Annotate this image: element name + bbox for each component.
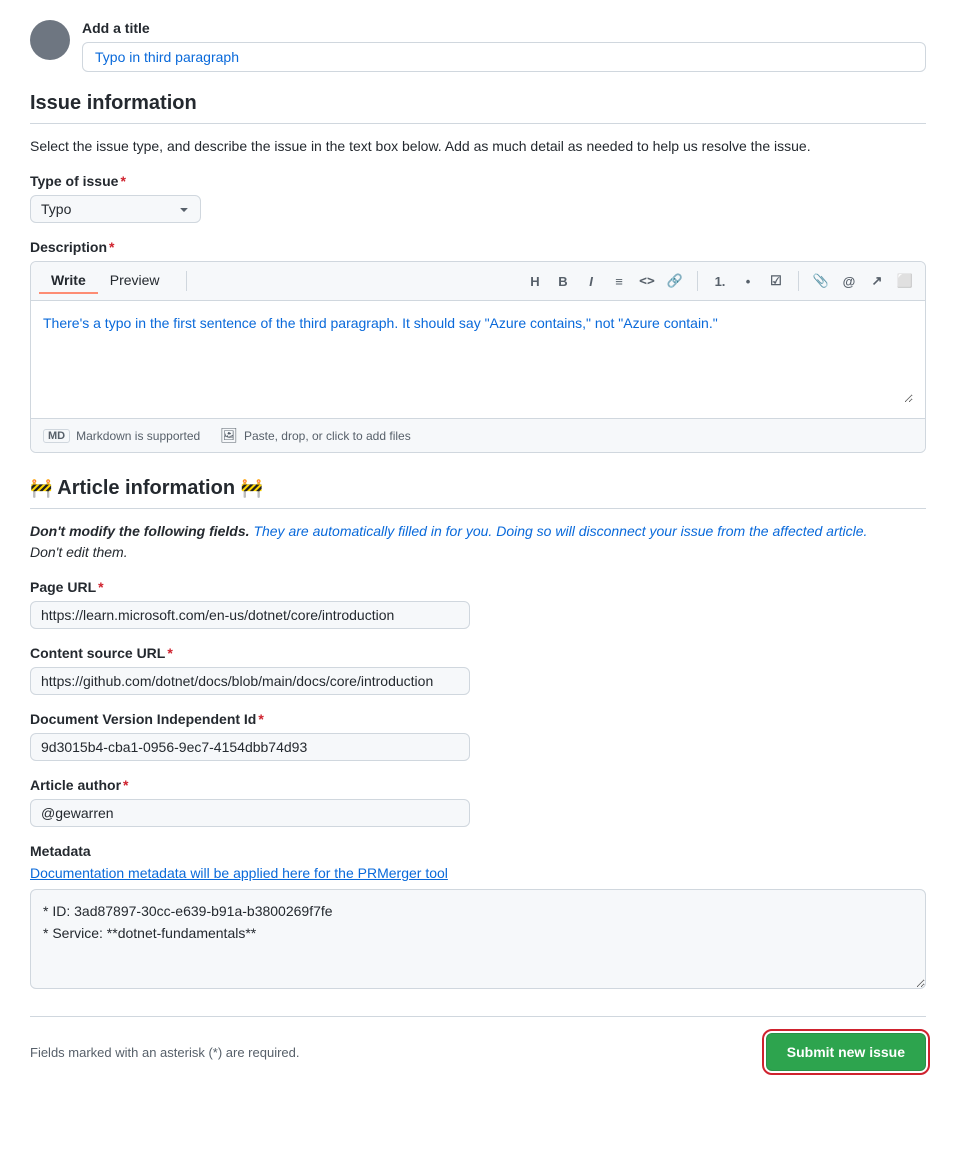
image-icon: 🖼 [220, 427, 238, 444]
description-required: * [109, 239, 114, 255]
toolbar-divider-3 [798, 271, 799, 291]
markdown-icon: MD [43, 429, 70, 443]
toolbar-divider-1 [186, 271, 187, 291]
attach-icon[interactable]: 📎 [809, 269, 833, 293]
submit-button[interactable]: Submit new issue [766, 1033, 926, 1071]
doc-version-label: Document Version Independent Id* [30, 711, 926, 727]
file-upload-text: Paste, drop, or click to add files [244, 429, 411, 443]
title-label: Add a title [82, 20, 926, 36]
article-information-section: 🚧 Article information 🚧 Don't modify the… [30, 477, 926, 992]
task-list-icon[interactable]: ☑ [764, 269, 788, 293]
article-section-title: 🚧 Article information 🚧 [30, 477, 926, 509]
article-author-label: Article author* [30, 777, 926, 793]
tab-write[interactable]: Write [39, 268, 98, 294]
content-source-label: Content source URL* [30, 645, 926, 661]
type-label: Type of issue* [30, 173, 926, 189]
metadata-link[interactable]: Documentation metadata will be applied h… [30, 865, 926, 881]
bold-icon[interactable]: B [551, 269, 575, 293]
footer-note: Fields marked with an asterisk (*) are r… [30, 1045, 300, 1060]
reference-icon[interactable]: ↗ [865, 269, 889, 293]
tab-preview[interactable]: Preview [98, 268, 172, 294]
issue-section-title: Issue information [30, 92, 926, 124]
unordered-list-icon[interactable]: • [736, 269, 760, 293]
page-footer: Fields marked with an asterisk (*) are r… [30, 1016, 926, 1071]
type-of-issue-field: Type of issue* Typo Factual error Missin… [30, 173, 926, 223]
link-icon[interactable]: 🔗 [663, 269, 687, 293]
title-input[interactable] [82, 42, 926, 72]
markdown-support-text: Markdown is supported [76, 429, 200, 443]
issue-section-description: Select the issue type, and describe the … [30, 136, 926, 157]
issue-information-section: Issue information Select the issue type,… [30, 92, 926, 453]
user-avatar [30, 20, 70, 60]
saved-replies-icon[interactable]: ⬜ [893, 269, 917, 293]
metadata-field: Metadata Documentation metadata will be … [30, 843, 926, 992]
toolbar-divider-2 [697, 271, 698, 291]
editor-toolbar: Write Preview H B I ≡ <> 🔗 1. • ☑ [31, 262, 925, 301]
description-label: Description* [30, 239, 926, 255]
mention-icon[interactable]: @ [837, 269, 861, 293]
metadata-textarea[interactable]: * ID: 3ad87897-30cc-e639-b91a-b3800269f7… [30, 889, 926, 989]
article-author-input[interactable] [30, 799, 470, 827]
metadata-label: Metadata [30, 843, 926, 859]
editor-tabs: Write Preview [39, 268, 172, 294]
editor-body: There's a typo in the first sentence of … [31, 301, 925, 418]
hazard-left-icon: 🚧 [30, 478, 52, 499]
page-url-field: Page URL* [30, 579, 926, 629]
file-upload-item[interactable]: 🖼 Paste, drop, or click to add files [220, 427, 411, 444]
type-required: * [120, 173, 125, 189]
description-textarea[interactable]: There's a typo in the first sentence of … [43, 313, 913, 403]
hazard-right-icon: 🚧 [241, 478, 263, 499]
code-icon[interactable]: <> [635, 269, 659, 293]
heading-icon[interactable]: H [523, 269, 547, 293]
content-source-input[interactable] [30, 667, 470, 695]
page-url-input[interactable] [30, 601, 470, 629]
warning-text: Don't modify the following fields. They … [30, 521, 926, 563]
italic-icon[interactable]: I [579, 269, 603, 293]
toolbar-icons: H B I ≡ <> 🔗 1. • ☑ 📎 @ ↗ ⬜ [193, 269, 917, 293]
description-field: Description* Write Preview H B I ≡ <> [30, 239, 926, 453]
description-editor: Write Preview H B I ≡ <> 🔗 1. • ☑ [30, 261, 926, 453]
page-url-label: Page URL* [30, 579, 926, 595]
quote-icon[interactable]: ≡ [607, 269, 631, 293]
editor-footer: MD Markdown is supported 🖼 Paste, drop, … [31, 418, 925, 452]
article-author-field: Article author* [30, 777, 926, 827]
doc-version-field: Document Version Independent Id* [30, 711, 926, 761]
content-source-field: Content source URL* [30, 645, 926, 695]
ordered-list-icon[interactable]: 1. [708, 269, 732, 293]
markdown-support-item: MD Markdown is supported [43, 429, 200, 443]
doc-version-input[interactable] [30, 733, 470, 761]
type-select[interactable]: Typo Factual error Missing information O… [30, 195, 201, 223]
